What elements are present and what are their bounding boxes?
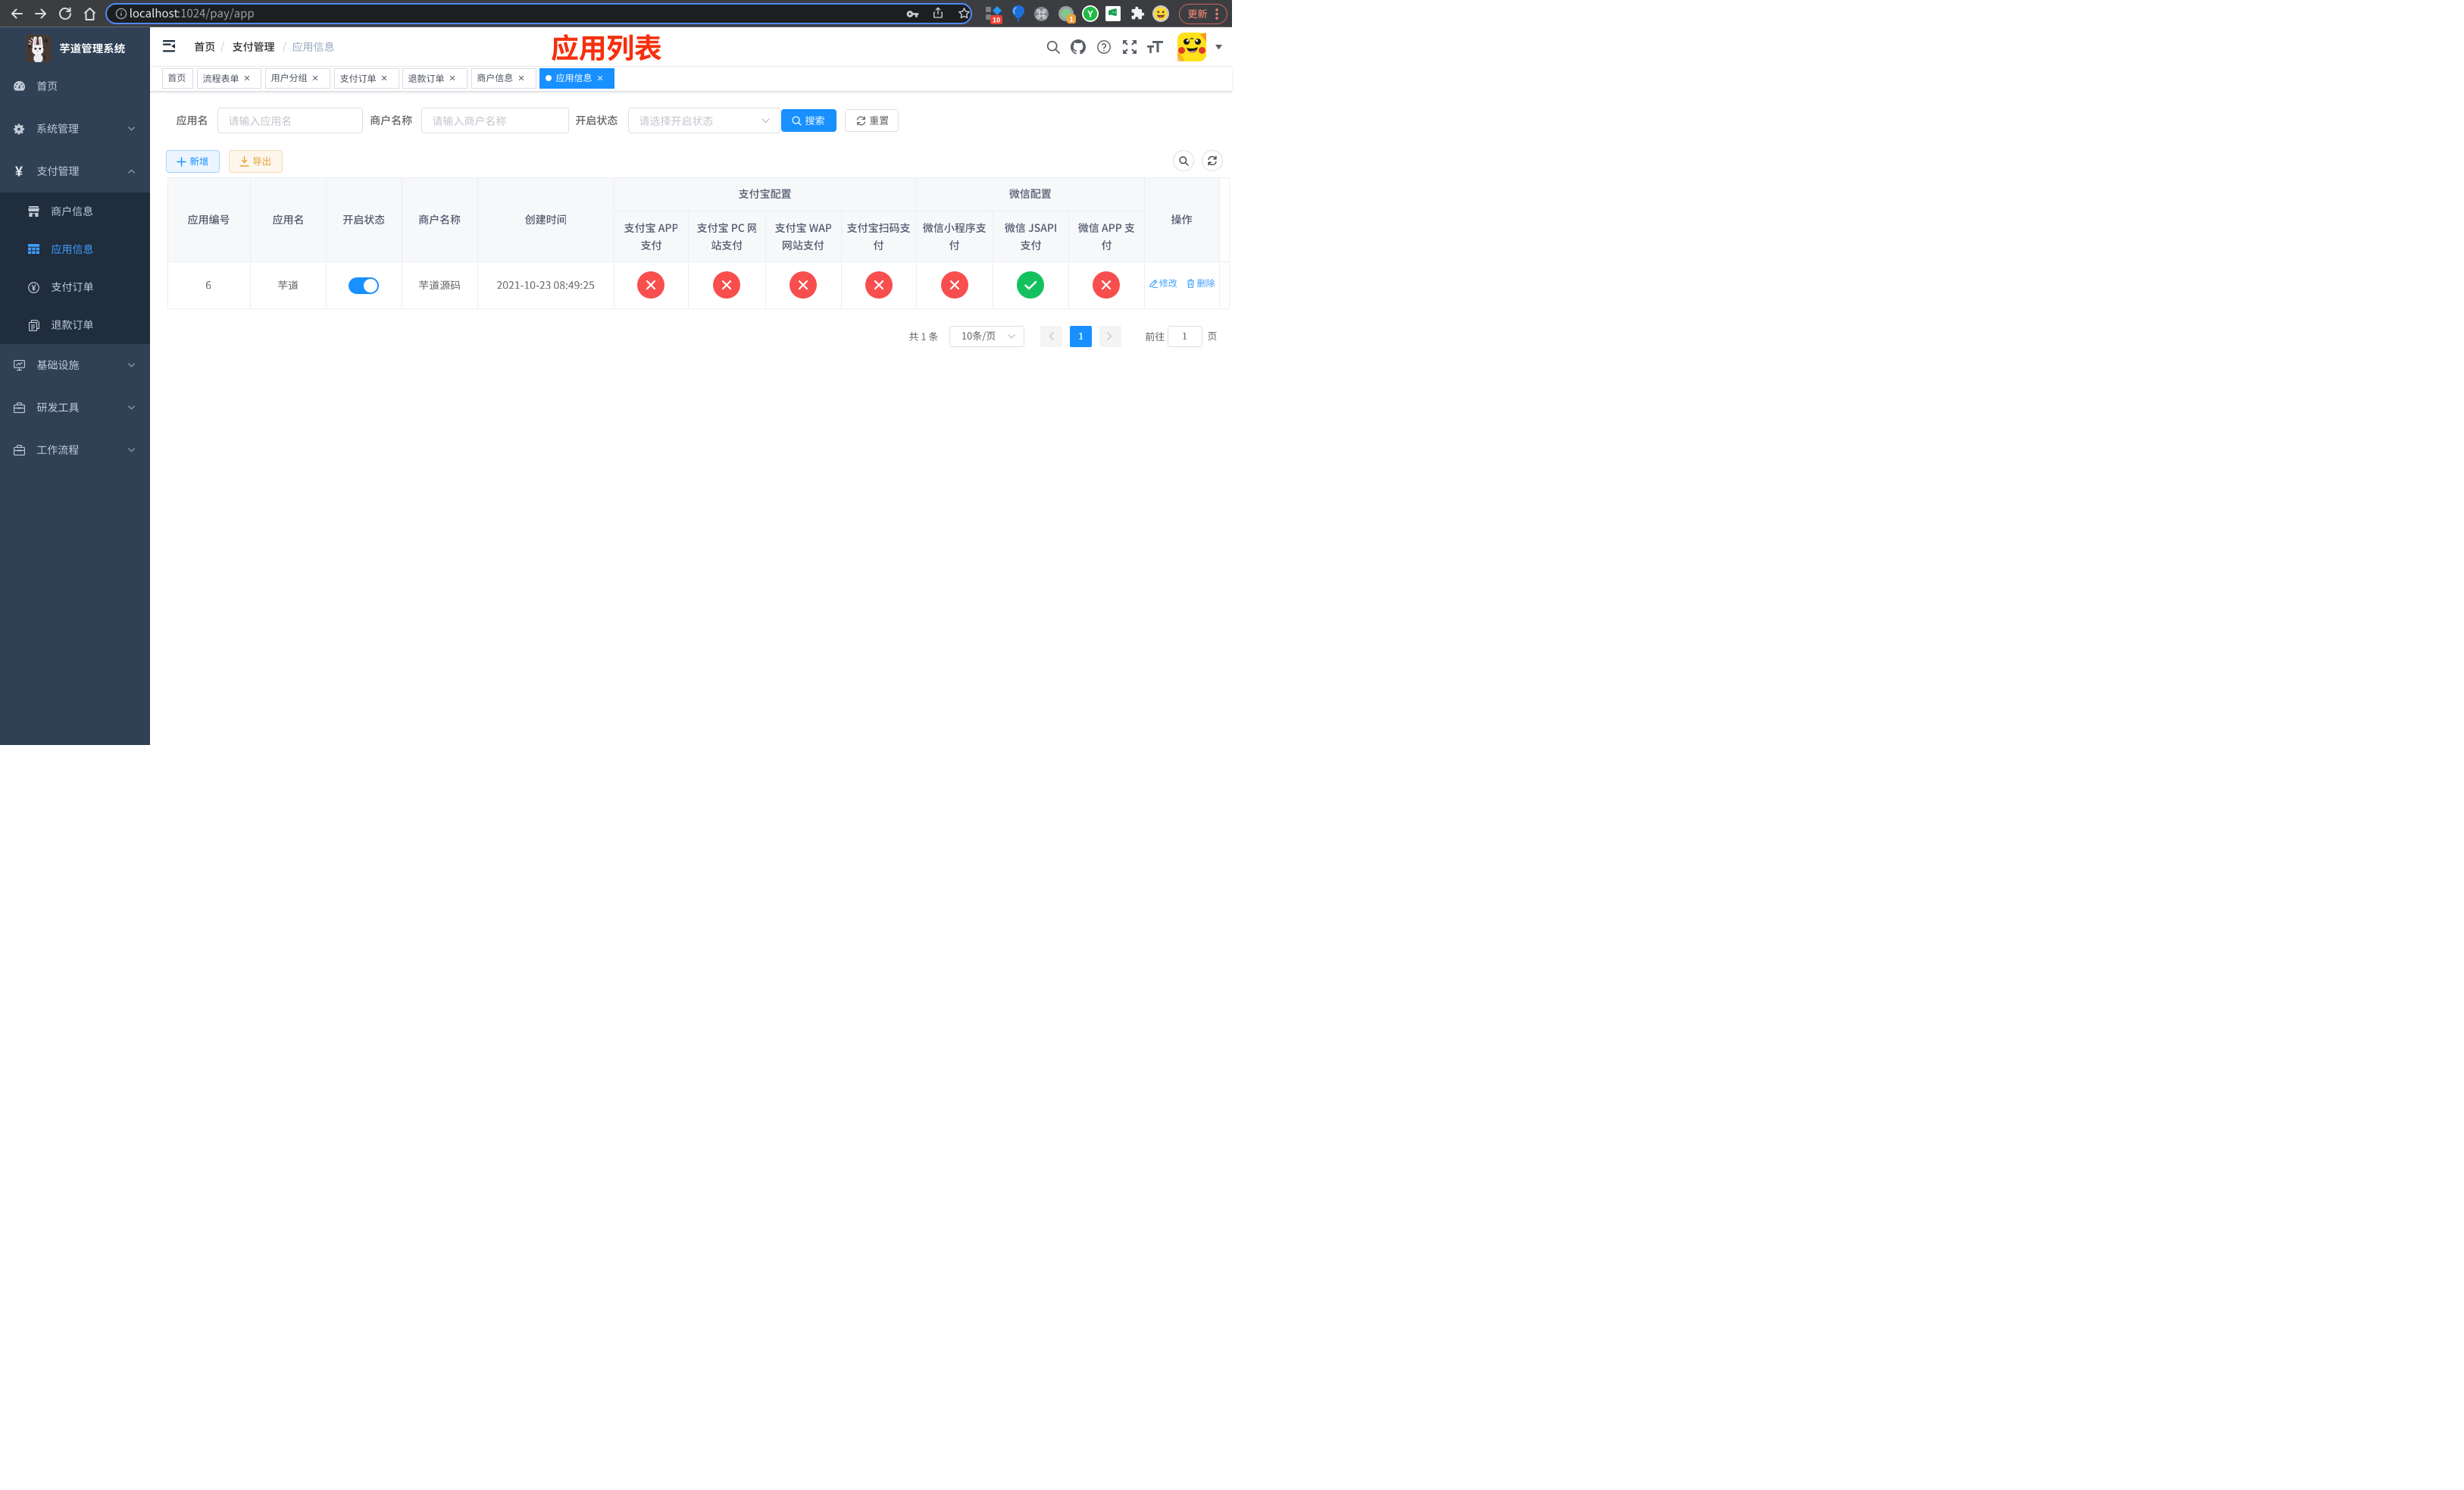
svg-text:Y: Y (1087, 8, 1093, 19)
svg-text:1: 1 (1069, 16, 1074, 24)
svg-text:¥: ¥ (15, 165, 23, 178)
svg-text:10: 10 (993, 17, 1001, 25)
